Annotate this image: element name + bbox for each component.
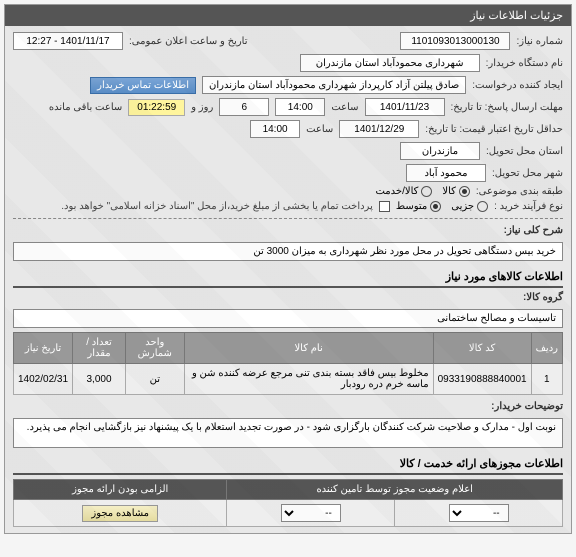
row-req-number: شماره نیاز: 1101093013000130 تاریخ و ساع… [13,32,563,50]
group-label: گروه کالا: [523,292,563,303]
table-row: 1 0933190888840001 مخلوط بیس فاقد بسته ب… [14,364,563,395]
permits-header-row: اعلام وضعیت مجوز توسط تامین کننده الزامی… [14,480,563,500]
separator-1 [13,218,563,219]
validity-label: حداقل تاریخ اعتبار قیمت: تا تاریخ: [425,124,563,135]
radio-service[interactable]: کالا/خدمت [375,186,432,197]
delivery-prov-label: استان محل تحویل: [486,146,563,157]
permits-table: اعلام وضعیت مجوز توسط تامین کننده الزامی… [13,479,563,527]
process-radios: جزیی متوسط [396,201,488,212]
delivery-prov-value: مازندران [400,142,480,160]
creator-label: ایجاد کننده درخواست: [472,80,563,91]
buyer-notes-label: توضیحات خریدار: [491,401,563,412]
desc-label: شرح کلی نیاز: [504,225,563,236]
row-group: گروه کالا: تاسیسات و مصالح ساختمانی [13,292,563,328]
permits-section-title: اطلاعات مجوزهای ارائه خدمت / کالا [13,454,563,475]
row-delivery-city: شهر محل تحویل: محمود آباد [13,164,563,182]
cell-name: مخلوط بیس فاقد بسته بندی تنی مرجع عرضه ک… [184,364,433,395]
contact-buyer-button[interactable]: اطلاعات تماس خریدار [90,77,196,94]
category-radios: کالا کالا/خدمت [375,186,469,197]
radio-dot-icon [421,186,432,197]
panel-body: شماره نیاز: 1101093013000130 تاریخ و ساع… [5,26,571,533]
deadline-date: 1401/11/23 [365,98,445,116]
cell-unit: تن [125,364,184,395]
row-deadline: مهلت ارسال پاسخ: تا تاریخ: 1401/11/23 سا… [13,98,563,116]
req-number-label: شماره نیاز: [516,36,563,47]
category-label: طبقه بندی موضوعی: [476,186,563,197]
cat-goods-label: کالا [442,186,456,197]
row-process: نوع فرآیند خرید : جزیی متوسط پرداخت تمام… [13,201,563,212]
radio-dot-checked-icon [459,186,470,197]
table-header-row: ردیف کد کالا نام کالا واحد شمارش تعداد /… [14,333,563,364]
radio-dot-icon-2 [477,201,488,212]
remaining-label: ساعت باقی مانده [49,102,122,113]
permit-select-cell-1: -- [395,500,563,527]
permit-select-cell-2: -- [227,500,395,527]
view-permit-button[interactable]: مشاهده مجوز [82,505,158,522]
group-value: تاسیسات و مصالح ساختمانی [13,309,563,328]
time-label-2: ساعت [306,124,333,135]
th-unit: واحد شمارش [125,333,184,364]
row-buyer-notes: توضیحات خریدار: نوبت اول - مدارک و صلاحی… [13,401,563,448]
deadline-label: مهلت ارسال پاسخ: تا تاریخ: [451,102,563,113]
th-row: ردیف [531,333,562,364]
th-date: تاریخ نیاز [14,333,73,364]
details-panel: جزئیات اطلاعات نیاز شماره نیاز: 11010930… [4,4,572,534]
time-label-1: ساعت [331,102,358,113]
cell-row: 1 [531,364,562,395]
payment-note: پرداخت تمام یا بخشی از مبلغ خرید،از محل … [61,201,373,212]
row-desc: شرح کلی نیاز: خرید بیس دستگاهی تحویل در … [13,225,563,261]
days-label: روز و [191,102,213,113]
permit-status-header: اعلام وضعیت مجوز توسط تامین کننده [227,480,563,500]
process-label: نوع فرآیند خرید : [494,201,563,212]
buyer-value: شهرداری محمودآباد استان مازندران [300,54,480,72]
row-buyer: نام دستگاه خریدار: شهرداری محمودآباد است… [13,54,563,72]
items-table: ردیف کد کالا نام کالا واحد شمارش تعداد /… [13,332,563,395]
permit-select-2[interactable]: -- [281,504,341,522]
th-qty: تعداد / مقدار [73,333,126,364]
radio-low[interactable]: جزیی [451,201,488,212]
radio-dot-checked-icon-2 [430,201,441,212]
items-section-title: اطلاعات کالاهای مورد نیاز [13,267,563,288]
row-validity: حداقل تاریخ اعتبار قیمت: تا تاریخ: 1401/… [13,120,563,138]
desc-value: خرید بیس دستگاهی تحویل در محل مورد نظر ش… [13,242,563,261]
buyer-label: نام دستگاه خریدار: [486,58,563,69]
cat-service-label: کالا/خدمت [375,186,418,197]
payment-checkbox[interactable] [379,201,390,212]
panel-title: جزئیات اطلاعات نیاز [5,5,571,26]
th-name: نام کالا [184,333,433,364]
row-category: طبقه بندی موضوعی: کالا کالا/خدمت [13,186,563,197]
radio-mid[interactable]: متوسط [396,201,441,212]
radio-goods[interactable]: کالا [442,186,470,197]
proc-low-label: جزیی [451,201,474,212]
permit-select-1[interactable]: -- [449,504,509,522]
creator-value: صادق پیلتن آزاد کارپرداز شهرداری محمودآب… [202,76,466,94]
permit-action-cell: مشاهده مجوز [14,500,227,527]
cell-qty: 3,000 [73,364,126,395]
delivery-city-label: شهر محل تحویل: [492,168,563,179]
delivery-city-value: محمود آباد [406,164,486,182]
th-code: کد کالا [433,333,531,364]
countdown-timer: 01:22:59 [128,99,185,116]
cell-code: 0933190888840001 [433,364,531,395]
permits-row: -- -- مشاهده مجوز [14,500,563,527]
row-creator: ایجاد کننده درخواست: صادق پیلتن آزاد کار… [13,76,563,94]
mandatory-header: الزامی بودن ارائه مجوز [14,480,227,500]
announce-label: تاریخ و ساعت اعلان عمومی: [129,36,248,47]
cell-date: 1402/02/31 [14,364,73,395]
validity-time: 14:00 [250,120,300,138]
row-delivery-prov: استان محل تحویل: مازندران [13,142,563,160]
proc-mid-label: متوسط [396,201,427,212]
days-value: 6 [219,98,269,116]
validity-date: 1401/12/29 [339,120,419,138]
req-number-value: 1101093013000130 [400,32,510,50]
buyer-notes-value: نوبت اول - مدارک و صلاحیت شرکت کنندگان ب… [13,418,563,448]
deadline-time: 14:00 [275,98,325,116]
announce-value: 1401/11/17 - 12:27 [13,32,123,50]
